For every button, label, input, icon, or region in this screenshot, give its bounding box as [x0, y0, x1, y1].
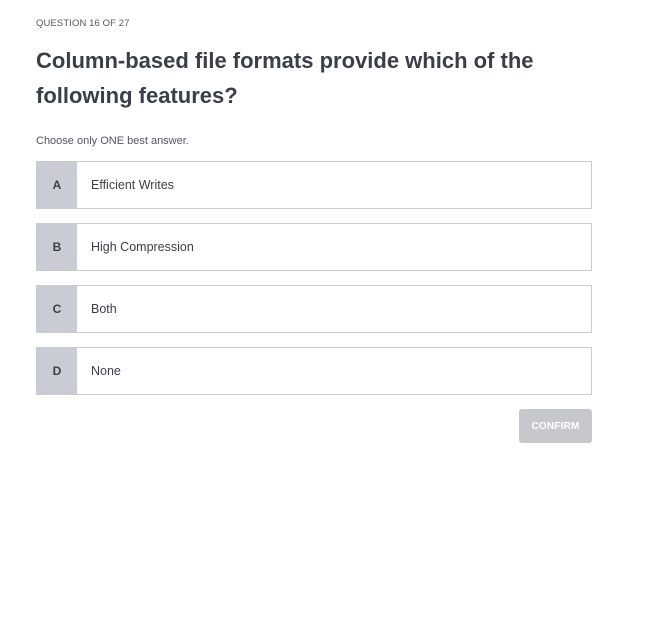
option-letter: A [37, 162, 77, 208]
option-text: Efficient Writes [91, 178, 174, 192]
answer-options: A Efficient Writes B High Compression C … [36, 161, 592, 395]
confirm-button[interactable]: CONFIRM [519, 409, 592, 443]
option-text: Both [91, 302, 117, 316]
answer-instruction: Choose only ONE best answer. [36, 135, 189, 147]
quiz-container: QUESTION 16 OF 27 Column-based file form… [36, 0, 592, 443]
option-letter: D [37, 348, 77, 394]
option-letter: C [37, 286, 77, 332]
option-a[interactable]: A Efficient Writes [36, 161, 592, 209]
question-progress: QUESTION 16 OF 27 [36, 18, 130, 29]
option-b[interactable]: B High Compression [36, 223, 592, 271]
option-d[interactable]: D None [36, 347, 592, 395]
option-text: None [91, 364, 121, 378]
question-title: Column-based file formats provide which … [36, 48, 534, 108]
option-c[interactable]: C Both [36, 285, 592, 333]
quiz-actions: CONFIRM [36, 409, 592, 443]
option-text: High Compression [91, 240, 194, 254]
option-letter: B [37, 224, 77, 270]
